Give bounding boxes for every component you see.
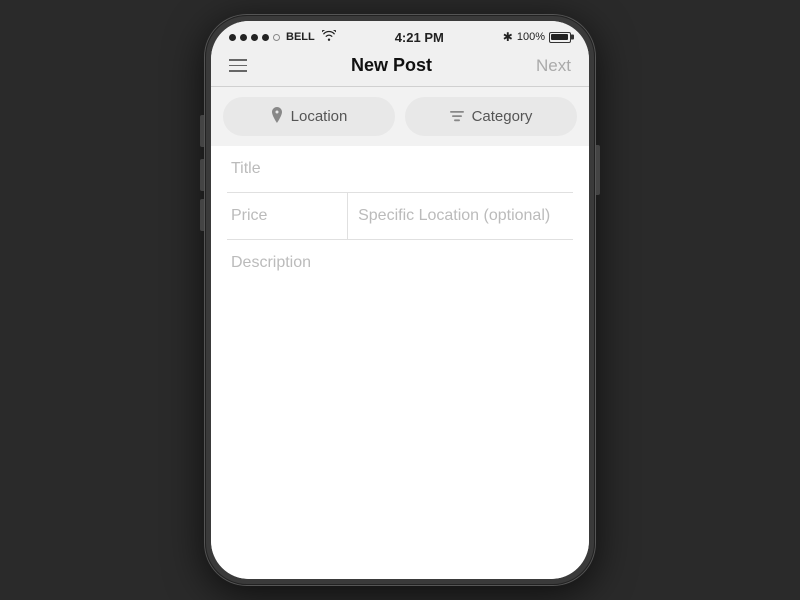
status-bar: BELL 4:21 PM ✱ 100%	[211, 21, 589, 49]
category-icon	[450, 109, 464, 125]
price-input[interactable]	[231, 207, 343, 225]
location-button[interactable]: Location	[223, 97, 395, 136]
location-button-label: Location	[291, 108, 348, 125]
hamburger-line-2	[229, 65, 247, 67]
phone-frame: BELL 4:21 PM ✱ 100%	[205, 15, 595, 585]
status-left: BELL	[229, 30, 336, 44]
title-field-row	[227, 146, 573, 193]
carrier-label: BELL	[286, 31, 315, 43]
battery-icon	[549, 32, 571, 43]
category-button[interactable]: Category	[405, 97, 577, 136]
description-input[interactable]	[231, 254, 569, 334]
screen: BELL 4:21 PM ✱ 100%	[211, 21, 589, 579]
category-button-label: Category	[472, 108, 533, 125]
page-title: New Post	[351, 55, 432, 76]
signal-dot-4	[262, 34, 269, 41]
signal-dot-3	[251, 34, 258, 41]
price-field-container	[227, 193, 348, 239]
signal-dot-5	[273, 34, 280, 41]
hamburger-line-1	[229, 59, 247, 61]
description-field-row	[227, 240, 573, 563]
next-button[interactable]: Next	[536, 56, 571, 76]
location-pin-icon	[271, 107, 283, 126]
battery-fill	[551, 34, 568, 40]
signal-dot-2	[240, 34, 247, 41]
phone-inner: BELL 4:21 PM ✱ 100%	[211, 21, 589, 579]
nav-bar: New Post Next	[211, 49, 589, 87]
wifi-icon	[322, 30, 336, 44]
signal-dot-1	[229, 34, 236, 41]
hamburger-line-3	[229, 70, 247, 72]
price-location-row	[227, 193, 573, 240]
hamburger-menu-button[interactable]	[229, 59, 247, 72]
battery-percent-label: 100%	[517, 31, 545, 43]
form-section	[227, 146, 573, 563]
content-area: Location Category	[211, 87, 589, 579]
status-right: ✱ 100%	[503, 30, 571, 44]
specific-location-field-container	[348, 193, 573, 239]
pill-buttons-row: Location Category	[211, 87, 589, 146]
title-input[interactable]	[231, 160, 569, 178]
specific-location-input[interactable]	[358, 207, 563, 225]
status-time: 4:21 PM	[395, 30, 444, 45]
bluetooth-icon: ✱	[503, 30, 513, 44]
